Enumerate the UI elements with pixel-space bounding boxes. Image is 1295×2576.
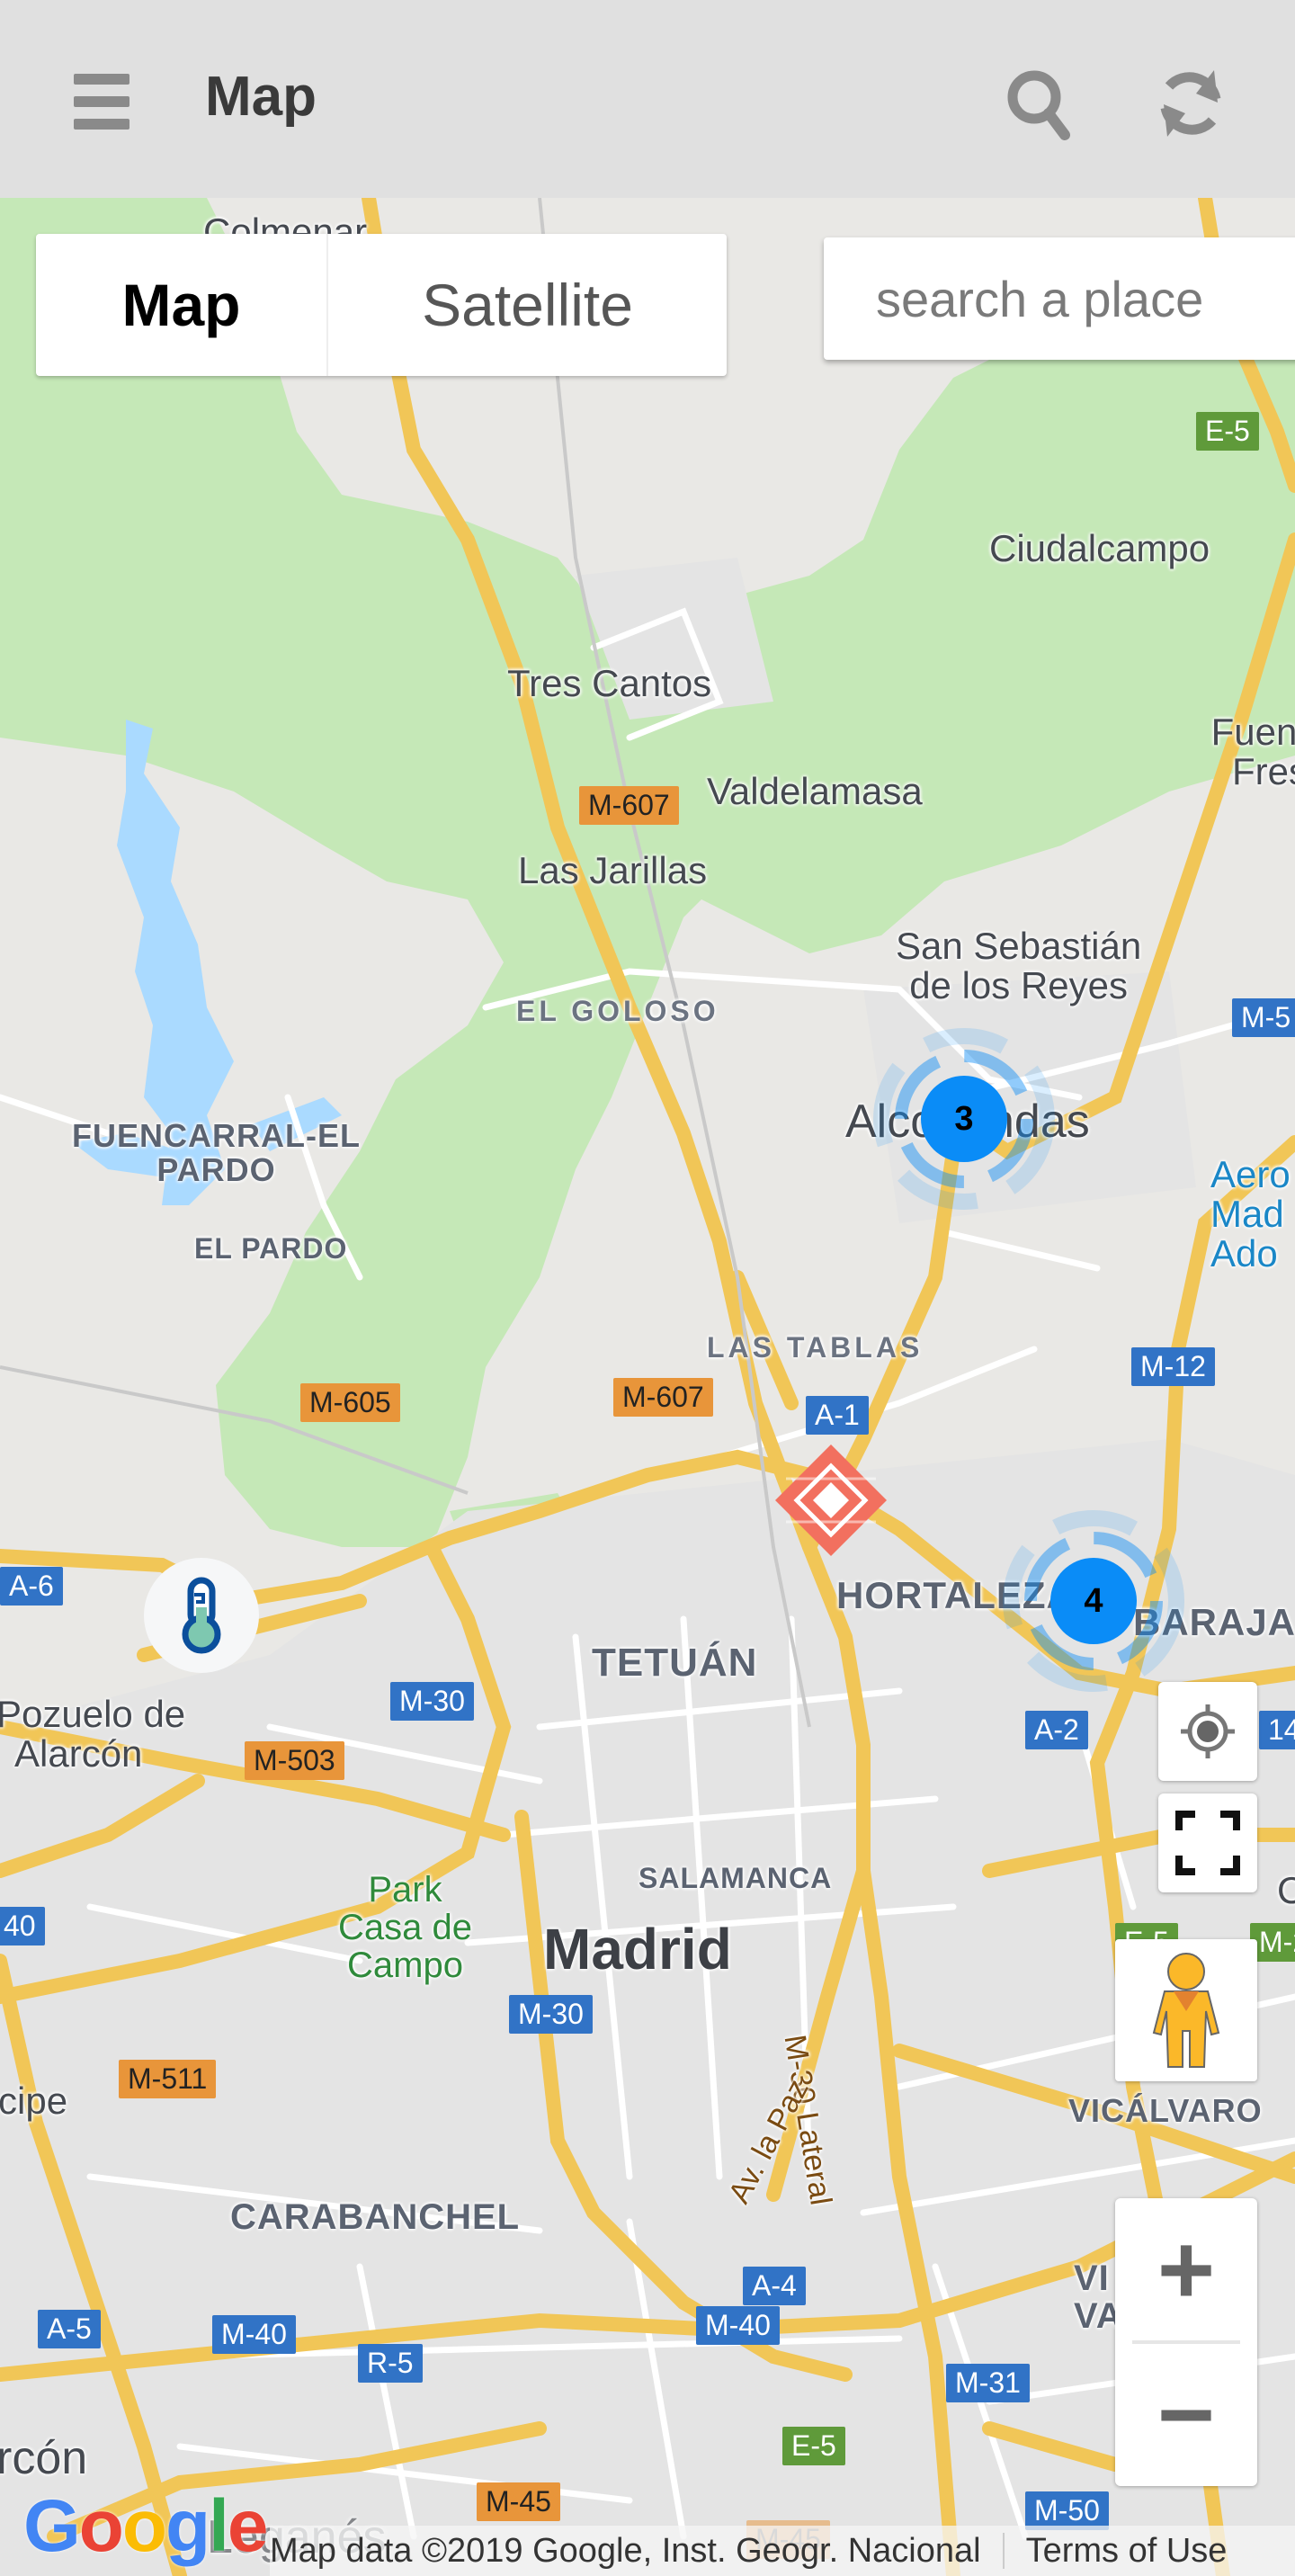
map-label-el-goloso: EL GOLOSO — [516, 995, 719, 1027]
map-label-fuencarral: FUENCARRAL-EL PARDO — [72, 1117, 361, 1188]
thermometer-icon — [182, 1577, 221, 1654]
refresh-icon[interactable] — [1151, 63, 1232, 144]
map-type-map-button[interactable]: Map — [36, 234, 328, 376]
cluster-marker[interactable]: 4 — [995, 1502, 1192, 1700]
road-shield-m511: M-511 — [119, 2060, 217, 2099]
poi-marker[interactable] — [773, 1443, 889, 1558]
map-label-c: C — [1277, 1869, 1295, 1911]
map-label-san-sebastian: San Sebastián de los Reyes — [896, 925, 1142, 1007]
fullscreen-button[interactable] — [1158, 1793, 1257, 1892]
map-label-madrid: Madrid — [543, 1917, 732, 1981]
map-label-salamanca: SALAMANCA — [639, 1862, 833, 1894]
map-type-toggle: Map Satellite — [36, 234, 727, 376]
map-label-park-casa-de-campo: Park Casa de Campo — [338, 1870, 472, 1985]
cluster-marker[interactable]: 3 — [865, 1020, 1063, 1218]
crosshair-location-icon — [1181, 1704, 1235, 1758]
map-attribution: Map data ©2019 Google, Inst. Geogr. Naci… — [270, 2526, 1295, 2576]
map-label-vicalvaro: VICÁLVARO — [1068, 2092, 1263, 2129]
map-label-las-jarillas: Las Jarillas — [518, 849, 708, 891]
fullscreen-icon — [1175, 1811, 1240, 1875]
map-label-tres-cantos: Tres Cantos — [507, 662, 712, 704]
road-shield-m605: M-605 — [300, 1383, 400, 1423]
road-shield-a5: A-5 — [38, 2310, 101, 2349]
map-label-pozuelo: Pozuelo de Alarcón — [0, 1693, 186, 1775]
map-data-credit: Map data ©2019 Google, Inst. Geogr. Naci… — [270, 2531, 981, 2570]
map-label-el-pardo: EL PARDO — [194, 1232, 348, 1265]
road-shield-r5: R-5 — [358, 2344, 423, 2384]
search-icon[interactable] — [998, 63, 1079, 144]
road-shield-m40: 40 — [0, 1907, 45, 1946]
terms-of-use-link[interactable]: Terms of Use — [1026, 2532, 1228, 2571]
map-label-las-tablas: LAS TABLAS — [707, 1331, 924, 1364]
map-label-valdelamasa: Valdelamasa — [707, 770, 923, 812]
road-shield-m30: M-30 — [509, 1995, 593, 2035]
map-label-alarcon: rcón — [0, 2432, 88, 2484]
attribution-separator — [1002, 2533, 1005, 2569]
map-label-fuente-el-fresno: Fuente Fresn — [1210, 711, 1295, 793]
road-shield-e5: E-5 — [782, 2427, 845, 2466]
search-box — [824, 237, 1295, 360]
cluster-count: 4 — [1050, 1558, 1137, 1644]
cluster-count: 3 — [921, 1076, 1007, 1162]
map-label-airport: Aero Mad Ado — [1210, 1153, 1291, 1275]
road-shield-m12: M-12 — [1131, 1347, 1215, 1387]
road-shield-m607: M-607 — [579, 786, 679, 826]
my-location-button[interactable] — [1158, 1682, 1257, 1781]
page-title: Map — [205, 66, 317, 128]
road-shield-a1: A-1 — [806, 1396, 869, 1436]
app-bar: Map — [0, 0, 1295, 198]
road-shield-m40: M-40 — [212, 2315, 296, 2355]
road-shield-m30: M-30 — [390, 1682, 474, 1722]
street-view-button[interactable] — [1115, 1939, 1257, 2081]
zoom-control: + − — [1115, 2198, 1257, 2486]
map-canvas[interactable]: Colmenar Tres Cantos Valdelamasa Las Jar… — [0, 198, 1295, 2576]
road-shield-a4: A-4 — [743, 2267, 806, 2306]
zoom-out-button[interactable]: − — [1115, 2344, 1257, 2486]
road-shield-a6: A-6 — [0, 1567, 63, 1606]
map-label-principe: cipe — [0, 2080, 68, 2122]
road-shield-m607: M-607 — [613, 1378, 713, 1418]
road-shield-m50: M-5 — [1232, 998, 1295, 1038]
road-shield-m31: M-31 — [946, 2364, 1030, 2403]
map-label-carabanchel: CARABANCHEL — [230, 2197, 521, 2237]
road-shield-m14: 14 — [1259, 1711, 1295, 1750]
road-shield-m45: M-45 — [477, 2482, 560, 2522]
road-shield-m50: M-50 — [1025, 2491, 1109, 2531]
zoom-in-button[interactable]: + — [1115, 2198, 1257, 2340]
map-label-tetuan: TETUÁN — [592, 1641, 758, 1685]
road-shield-a2: A-2 — [1025, 1711, 1088, 1750]
search-place-input[interactable] — [824, 237, 1295, 360]
road-shield-m503: M-503 — [245, 1741, 344, 1781]
sensor-marker[interactable] — [144, 1558, 259, 1673]
map-type-satellite-button[interactable]: Satellite — [328, 234, 727, 376]
google-logo: Google — [23, 2485, 268, 2567]
pegman-icon — [1152, 1953, 1220, 2068]
diamond-location-icon — [775, 1445, 887, 1556]
map-label-ciudalcampo: Ciudalcampo — [989, 527, 1210, 569]
road-shield-e5: E-5 — [1196, 412, 1259, 452]
hamburger-menu-icon[interactable] — [63, 70, 144, 133]
road-shield-m40: M-40 — [696, 2306, 780, 2346]
